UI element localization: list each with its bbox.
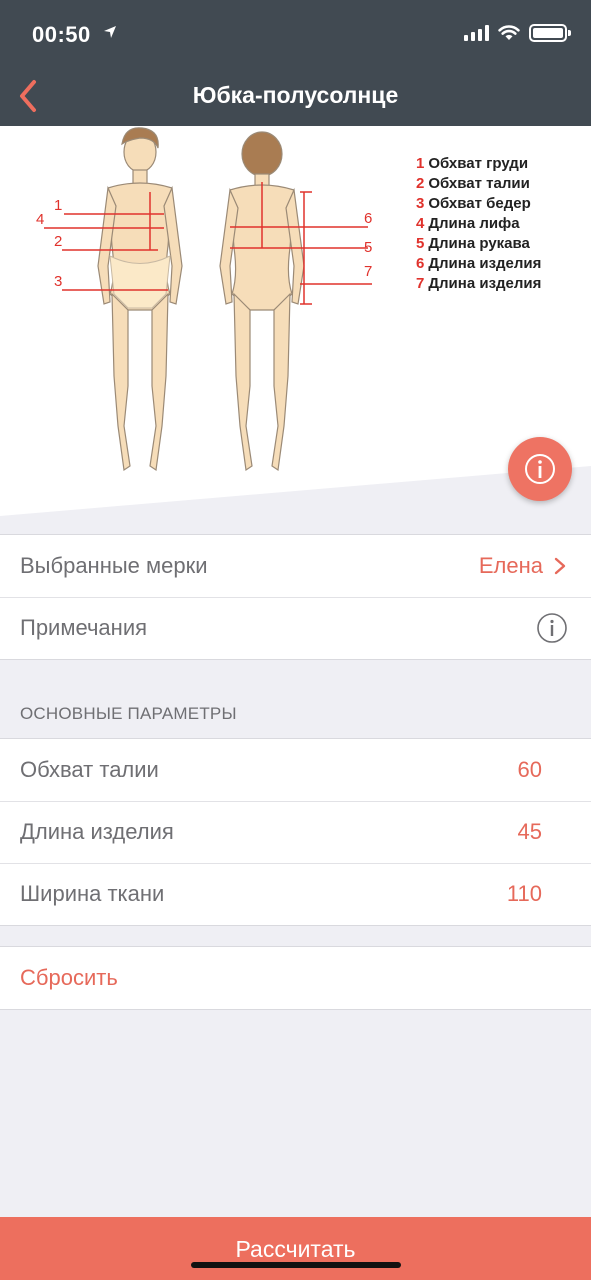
legend-label: Длина изделия [428, 275, 542, 292]
param-label: Длина изделия [20, 819, 174, 844]
navigation-bar: 00:50 Юбка-полусолнце [0, 0, 591, 126]
param-value[interactable]: 45 [518, 819, 542, 845]
marker-7: 7 [364, 263, 372, 280]
notes-label: Примечания [20, 615, 148, 640]
legend-number: 3 [416, 195, 425, 212]
legend-label: Обхват бедер [428, 195, 531, 212]
legend-item: 6 Длина изделия [416, 254, 541, 274]
calculate-button[interactable]: Рассчитать [0, 1217, 591, 1280]
param-value[interactable]: 110 [507, 881, 542, 907]
marker-1: 1 [54, 197, 62, 214]
info-button[interactable] [508, 437, 572, 501]
selected-measurements-value: Елена [478, 553, 543, 578]
legend-number: 6 [416, 255, 425, 272]
marker-5: 5 [364, 239, 372, 256]
cellular-signal-icon [464, 25, 489, 41]
measurements-group: Выбранные мерки Елена Примечания [0, 534, 591, 660]
info-icon [525, 454, 555, 484]
legend-label: Обхват груди [428, 155, 529, 172]
battery-icon [529, 24, 571, 42]
param-label: Ширина ткани [20, 881, 165, 906]
measurement-legend: 1 Обхват груди 2 Обхват талии 3 Обхват беде… [416, 154, 541, 294]
param-row-length[interactable]: Длина изделия 45 [0, 801, 591, 863]
home-indicator [191, 1262, 401, 1268]
param-row-waist[interactable]: Обхват талии 60 [0, 739, 591, 801]
selected-measurements-row[interactable]: Выбранные мерки Елена [0, 535, 591, 597]
legend-number: 1 [416, 155, 425, 172]
status-time: 00:50 [32, 22, 91, 47]
param-row-fabric-width[interactable]: Ширина ткани 110 [0, 863, 591, 925]
reset-button[interactable]: Сбросить [20, 965, 118, 991]
legend-item: 3 Обхват бедер [416, 194, 541, 214]
legend-label: Длина изделия [428, 255, 542, 272]
legend-item: 7 Длина изделия [416, 274, 541, 294]
marker-3: 3 [54, 273, 62, 290]
reset-row[interactable]: Сбросить [0, 947, 591, 1009]
measurement-illustration: 1 4 2 3 6 5 7 1 Обхват груди 2 Обхват тали… [0, 126, 591, 516]
location-arrow-icon [104, 26, 116, 38]
section-header-main-params: ОСНОВНЫЕ ПАРАМЕТРЫ [20, 704, 237, 723]
param-label: Обхват талии [20, 757, 159, 782]
status-icons [464, 24, 571, 42]
marker-2: 2 [54, 233, 62, 250]
notes-row[interactable]: Примечания [0, 597, 591, 659]
legend-item: 4 Длина лифа [416, 214, 541, 234]
reset-group: Сбросить [0, 946, 591, 1010]
legend-item: 1 Обхват груди [416, 154, 541, 174]
chevron-right-icon [554, 557, 566, 575]
marker-6: 6 [364, 210, 372, 227]
selected-measurements-label: Выбранные мерки [20, 553, 208, 578]
params-group: Обхват талии 60 Длина изделия 45 Ширина … [0, 738, 591, 926]
legend-number: 7 [416, 275, 425, 292]
marker-4: 4 [36, 211, 44, 228]
wifi-icon [498, 25, 520, 40]
legend-number: 4 [416, 215, 425, 232]
legend-label: Обхват талии [428, 175, 530, 192]
info-icon[interactable] [536, 612, 568, 644]
legend-number: 5 [416, 235, 425, 252]
page-title: Юбка-полусолнце [192, 82, 399, 108]
legend-label: Длина лифа [428, 215, 520, 232]
legend-number: 2 [416, 175, 425, 192]
legend-item: 2 Обхват талии [416, 174, 541, 194]
param-value[interactable]: 60 [518, 757, 542, 783]
legend-label: Длина рукава [428, 235, 530, 252]
legend-item: 5 Длина рукава [416, 234, 541, 254]
